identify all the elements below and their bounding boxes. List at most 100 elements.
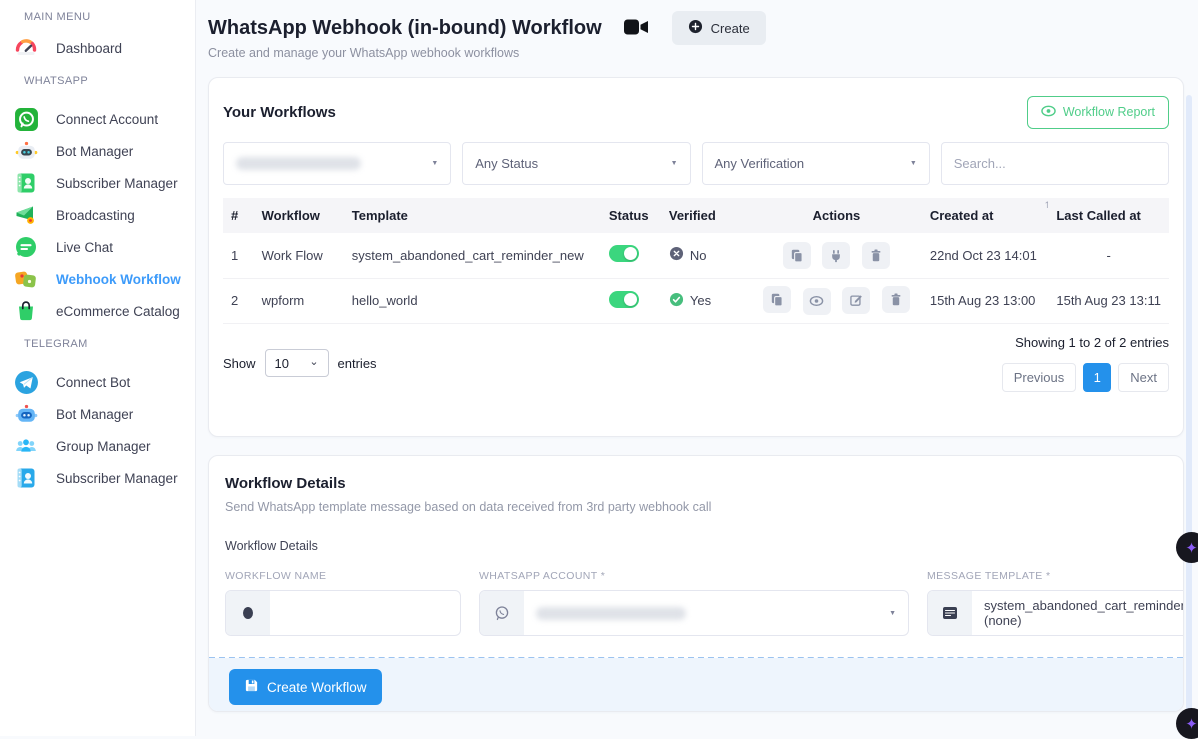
sidebar-item-dashboard[interactable]: Dashboard bbox=[0, 32, 195, 64]
col-header-actions: Actions bbox=[751, 198, 922, 233]
workflow-details-card: Workflow Details Send WhatsApp template … bbox=[208, 455, 1184, 712]
sidebar-item-tg-subscriber-manager[interactable]: Subscriber Manager bbox=[0, 462, 195, 494]
page-header: WhatsApp Webhook (in-bound) Workflow Cre… bbox=[208, 11, 1184, 45]
page-title: WhatsApp Webhook (in-bound) Workflow bbox=[208, 17, 602, 40]
verification-filter-select[interactable]: Any Verification ▼ bbox=[702, 142, 930, 185]
sidebar: MAIN MENU Dashboard WHATSAPP Connect Acc… bbox=[0, 0, 196, 736]
sidebar-item-label: Dashboard bbox=[56, 41, 122, 56]
verification-filter-value: Any Verification bbox=[715, 156, 805, 171]
telegram-icon bbox=[13, 369, 39, 395]
create-workflow-label: Create Workflow bbox=[267, 680, 367, 695]
sidebar-item-connect-bot[interactable]: Connect Bot bbox=[0, 366, 195, 398]
webhook-plug-button[interactable] bbox=[822, 242, 850, 269]
sidebar-item-label: Subscriber Manager bbox=[56, 176, 178, 191]
col-header-last-called-at: Last Called at bbox=[1048, 198, 1169, 233]
create-workflow-button[interactable]: Create Workflow bbox=[229, 669, 382, 705]
created-at: 22nd Oct 23 14:01 bbox=[922, 233, 1049, 278]
dashboard-gauge-icon bbox=[13, 35, 39, 61]
plus-circle-icon bbox=[688, 19, 703, 37]
page-1-button[interactable]: 1 bbox=[1083, 363, 1111, 392]
whatsapp-icon bbox=[13, 106, 39, 132]
sidebar-item-label: Bot Manager bbox=[56, 407, 133, 422]
status-toggle[interactable] bbox=[609, 291, 639, 308]
megaphone-icon bbox=[13, 202, 39, 228]
copy-button[interactable] bbox=[763, 286, 791, 313]
save-icon bbox=[244, 678, 259, 696]
ai-sparkle-button[interactable]: ✦ bbox=[1176, 708, 1198, 739]
delete-button[interactable] bbox=[862, 242, 890, 269]
template-name: system_abandoned_cart_reminder_new bbox=[344, 233, 601, 278]
sidebar-item-connect-account[interactable]: Connect Account bbox=[0, 103, 195, 135]
workflow-name: wpform bbox=[254, 278, 344, 323]
account-filter-select[interactable]: ▼ bbox=[223, 142, 451, 185]
row-num: 2 bbox=[223, 278, 254, 323]
page-size-value: 10 bbox=[275, 356, 289, 371]
sidebar-item-ecommerce-catalog[interactable]: eCommerce Catalog bbox=[0, 295, 195, 327]
page-subtitle: Create and manage your WhatsApp webhook … bbox=[208, 46, 519, 60]
details-section-label: Workflow Details bbox=[225, 539, 1167, 553]
search-input[interactable] bbox=[954, 156, 1156, 171]
scrollbar[interactable] bbox=[1186, 95, 1192, 732]
view-button[interactable] bbox=[803, 288, 831, 315]
sidebar-item-broadcasting[interactable]: Broadcasting bbox=[0, 199, 195, 231]
next-page-button[interactable]: Next bbox=[1118, 363, 1169, 392]
sidebar-item-webhook-workflow[interactable]: Webhook Workflow bbox=[0, 263, 195, 295]
page-size-select[interactable]: 10 ⌄ bbox=[265, 349, 329, 377]
entries-label: entries bbox=[338, 356, 377, 371]
col-header-created-at[interactable]: Created at⇅ bbox=[922, 198, 1049, 233]
chevron-down-icon: ▼ bbox=[431, 160, 438, 167]
sidebar-item-live-chat[interactable]: Live Chat bbox=[0, 231, 195, 263]
row-num: 1 bbox=[223, 233, 254, 278]
whatsapp-account-label: WHATSAPP ACCOUNT * bbox=[479, 570, 909, 582]
sidebar-item-label: Live Chat bbox=[56, 240, 113, 255]
workflow-report-label: Workflow Report bbox=[1063, 105, 1155, 119]
create-button[interactable]: Create bbox=[672, 11, 766, 45]
workflow-name: Work Flow bbox=[254, 233, 344, 278]
chevron-down-icon: ▼ bbox=[889, 610, 896, 617]
show-label: Show bbox=[223, 356, 256, 371]
sidebar-item-wa-bot-manager[interactable]: Bot Manager bbox=[0, 135, 195, 167]
table-row: 2 wpform hello_world Yes 15th Aug 23 13: bbox=[223, 278, 1169, 323]
status-toggle[interactable] bbox=[609, 245, 639, 262]
template-card-icon bbox=[928, 591, 972, 635]
sidebar-item-tg-bot-manager[interactable]: Bot Manager bbox=[0, 398, 195, 430]
sidebar-item-wa-subscriber-manager[interactable]: Subscriber Manager bbox=[0, 167, 195, 199]
col-header-num: # bbox=[223, 198, 254, 233]
sparkle-icon: ✦ bbox=[1185, 715, 1198, 733]
sidebar-item-group-manager[interactable]: Group Manager bbox=[0, 430, 195, 462]
workflow-report-button[interactable]: Workflow Report bbox=[1027, 96, 1169, 129]
col-header-verified: Verified bbox=[661, 198, 751, 233]
status-filter-value: Any Status bbox=[475, 156, 538, 171]
message-template-label: MESSAGE TEMPLATE * bbox=[927, 570, 1184, 582]
last-called-at: - bbox=[1048, 233, 1169, 278]
whatsapp-account-select[interactable]: ▼ bbox=[479, 590, 909, 636]
workflows-card-title: Your Workflows bbox=[223, 104, 336, 121]
video-tutorial-icon[interactable] bbox=[624, 18, 650, 41]
workflow-name-input[interactable] bbox=[282, 606, 448, 621]
delete-button[interactable] bbox=[882, 286, 910, 313]
sidebar-section-telegram: TELEGRAM bbox=[0, 327, 195, 359]
table-row: 1 Work Flow system_abandoned_cart_remind… bbox=[223, 233, 1169, 278]
details-card-subtitle: Send WhatsApp template message based on … bbox=[225, 500, 1167, 514]
pagination: Previous 1 Next bbox=[1002, 363, 1169, 392]
status-filter-select[interactable]: Any Status ▼ bbox=[462, 142, 690, 185]
x-circle-icon bbox=[669, 246, 684, 264]
details-card-footer: Create Workflow bbox=[209, 658, 1183, 711]
previous-page-button[interactable]: Previous bbox=[1002, 363, 1077, 392]
sidebar-section-whatsapp: WHATSAPP bbox=[0, 64, 195, 96]
chevron-down-icon: ▼ bbox=[910, 160, 917, 167]
workflow-name-label: WORKFLOW NAME bbox=[225, 570, 461, 582]
sidebar-item-label: Webhook Workflow bbox=[56, 272, 181, 287]
search-box bbox=[941, 142, 1169, 185]
message-template-value: system_abandoned_cart_reminder_new (none… bbox=[984, 598, 1184, 628]
template-name: hello_world bbox=[344, 278, 601, 323]
eye-icon bbox=[1041, 105, 1056, 120]
whatsapp-outline-icon bbox=[480, 591, 524, 635]
message-template-select[interactable]: system_abandoned_cart_reminder_new (none… bbox=[927, 590, 1184, 636]
sidebar-item-label: Connect Account bbox=[56, 112, 158, 127]
verified-value: Yes bbox=[690, 293, 711, 308]
redacted-account-value bbox=[236, 157, 361, 170]
create-button-label: Create bbox=[711, 21, 750, 36]
copy-button[interactable] bbox=[783, 242, 811, 269]
edit-button[interactable] bbox=[842, 287, 870, 314]
